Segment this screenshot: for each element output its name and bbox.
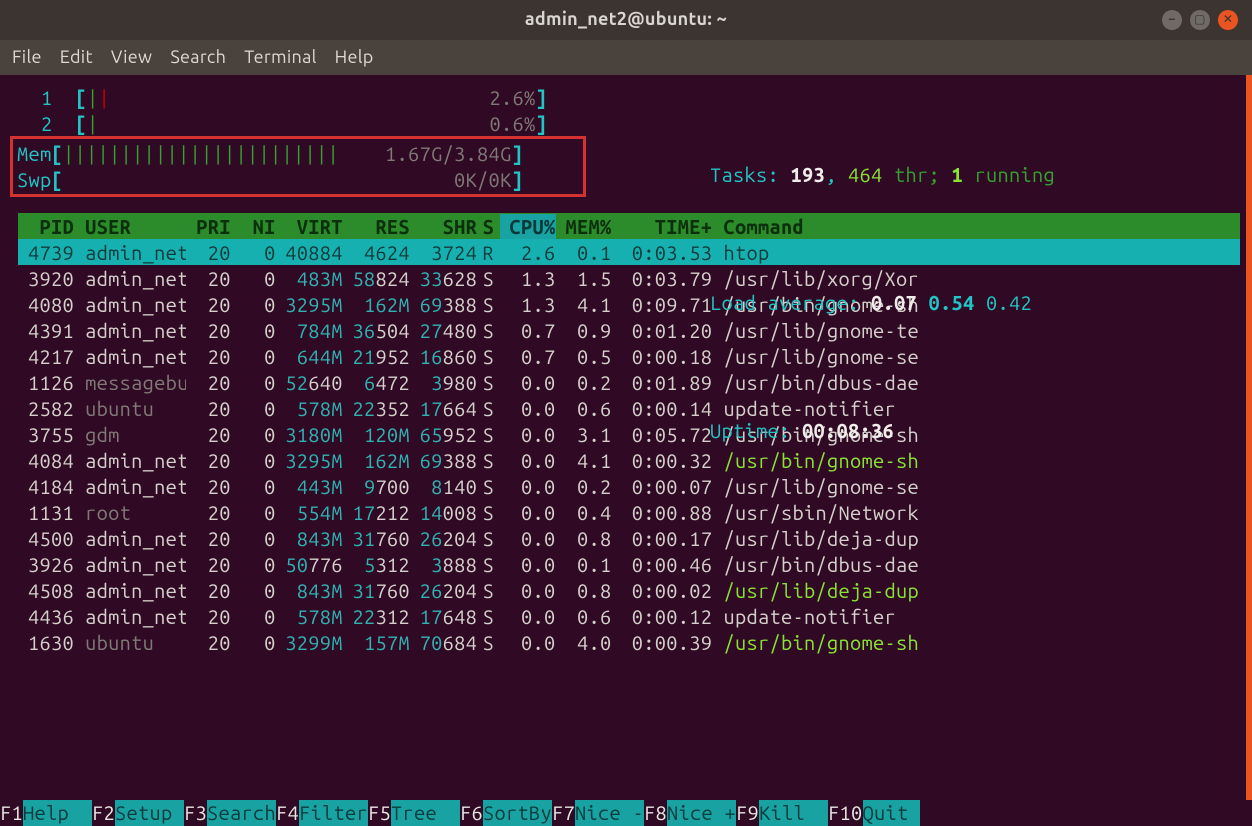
- function-key-bar: F1Help F2Setup F3SearchF4FilterF5Tree F6…: [0, 800, 1252, 826]
- fkey-f8[interactable]: F8: [644, 800, 667, 826]
- fkey-label[interactable]: Quit: [863, 800, 921, 826]
- menu-search[interactable]: Search: [170, 46, 226, 69]
- tasks-label: Tasks:: [710, 163, 779, 186]
- fkey-f2[interactable]: F2: [92, 800, 115, 826]
- fkey-label[interactable]: Filter: [299, 800, 368, 826]
- hdr-ni[interactable]: NI: [231, 214, 276, 240]
- hdr-pri[interactable]: PRI: [186, 214, 231, 240]
- hdr-mem[interactable]: MEM%: [556, 214, 612, 240]
- fkey-f9[interactable]: F9: [736, 800, 759, 826]
- table-row[interactable]: 1630ubuntu2003299M157M70684S0.04.00:00.3…: [18, 629, 1240, 655]
- menu-terminal[interactable]: Terminal: [244, 46, 316, 69]
- fkey-f6[interactable]: F6: [460, 800, 483, 826]
- hdr-user[interactable]: USER: [74, 214, 186, 240]
- memory-highlight-box: Mem[|||||||||||||||||||||||| 1.67G/3.84G…: [10, 136, 586, 197]
- close-icon[interactable]: ✕: [1218, 10, 1238, 30]
- tasks-threads: 464: [848, 163, 883, 186]
- tasks-running: 1: [952, 163, 964, 186]
- menu-file[interactable]: File: [12, 46, 42, 69]
- load-1: 0.07: [871, 291, 917, 314]
- load-label: Load average:: [710, 291, 860, 314]
- hdr-s[interactable]: S: [477, 214, 499, 240]
- fkey-f1[interactable]: F1: [0, 800, 23, 826]
- fkey-label[interactable]: Help: [23, 800, 92, 826]
- window-title: admin_net2@ubuntu: ~: [525, 8, 727, 31]
- menu-edit[interactable]: Edit: [60, 46, 93, 69]
- hdr-shr[interactable]: SHR: [410, 214, 477, 240]
- maximize-icon[interactable]: ▢: [1190, 10, 1210, 30]
- window-buttons: – ▢ ✕: [1162, 10, 1238, 30]
- fkey-f7[interactable]: F7: [552, 800, 575, 826]
- table-row[interactable]: 3926admin_net2005077653123888S0.00.10:00…: [18, 551, 1240, 577]
- uptime-label: Uptime:: [710, 419, 791, 442]
- table-row[interactable]: 4508admin_net200843M3176026204S0.00.80:0…: [18, 577, 1240, 603]
- fkey-f3[interactable]: F3: [184, 800, 207, 826]
- menu-help[interactable]: Help: [335, 46, 374, 69]
- fkey-label[interactable]: Setup: [115, 800, 184, 826]
- load-15: 0.42: [986, 291, 1032, 314]
- fkey-label[interactable]: Nice -: [575, 800, 644, 826]
- scrollbar[interactable]: [1246, 75, 1252, 800]
- hdr-virt[interactable]: VIRT: [276, 214, 343, 240]
- menu-view[interactable]: View: [111, 46, 152, 69]
- titlebar[interactable]: admin_net2@ubuntu: ~ – ▢ ✕: [0, 0, 1252, 40]
- fkey-label[interactable]: Kill: [759, 800, 828, 826]
- right-meters: Tasks: 193, 464 thr; 1 running Load aver…: [618, 85, 1055, 520]
- swap-meter: Swp[ 0K/0K]: [17, 167, 579, 193]
- fkey-label[interactable]: Nice +: [667, 800, 736, 826]
- table-row[interactable]: 4436admin_net200578M2231217648S0.00.60:0…: [18, 603, 1240, 629]
- fkey-label[interactable]: Search: [207, 800, 276, 826]
- hdr-res[interactable]: RES: [343, 214, 410, 240]
- tasks-procs: 193: [791, 163, 826, 186]
- hdr-pid[interactable]: PID: [18, 214, 74, 240]
- fkey-f5[interactable]: F5: [368, 800, 391, 826]
- table-row[interactable]: 4500admin_net200843M3176026204S0.00.80:0…: [18, 525, 1240, 551]
- uptime-value: 00:08:36: [802, 419, 894, 442]
- app-window: admin_net2@ubuntu: ~ – ▢ ✕ File Edit Vie…: [0, 0, 1252, 826]
- mem-meter: Mem[|||||||||||||||||||||||| 1.67G/3.84G…: [17, 141, 579, 167]
- fkey-label[interactable]: SortBy: [483, 800, 552, 826]
- fkey-f4[interactable]: F4: [276, 800, 299, 826]
- menubar: File Edit View Search Terminal Help: [0, 40, 1252, 75]
- terminal-area[interactable]: 1 [|| 2.6%] 2 [| 0.6%]Mem[||||||||||||||…: [0, 75, 1252, 826]
- hdr-cpu[interactable]: CPU%: [500, 214, 556, 240]
- fkey-f10[interactable]: F10: [828, 800, 863, 826]
- fkey-label[interactable]: Tree: [391, 800, 460, 826]
- minimize-icon[interactable]: –: [1162, 10, 1182, 30]
- load-5: 0.54: [929, 291, 975, 314]
